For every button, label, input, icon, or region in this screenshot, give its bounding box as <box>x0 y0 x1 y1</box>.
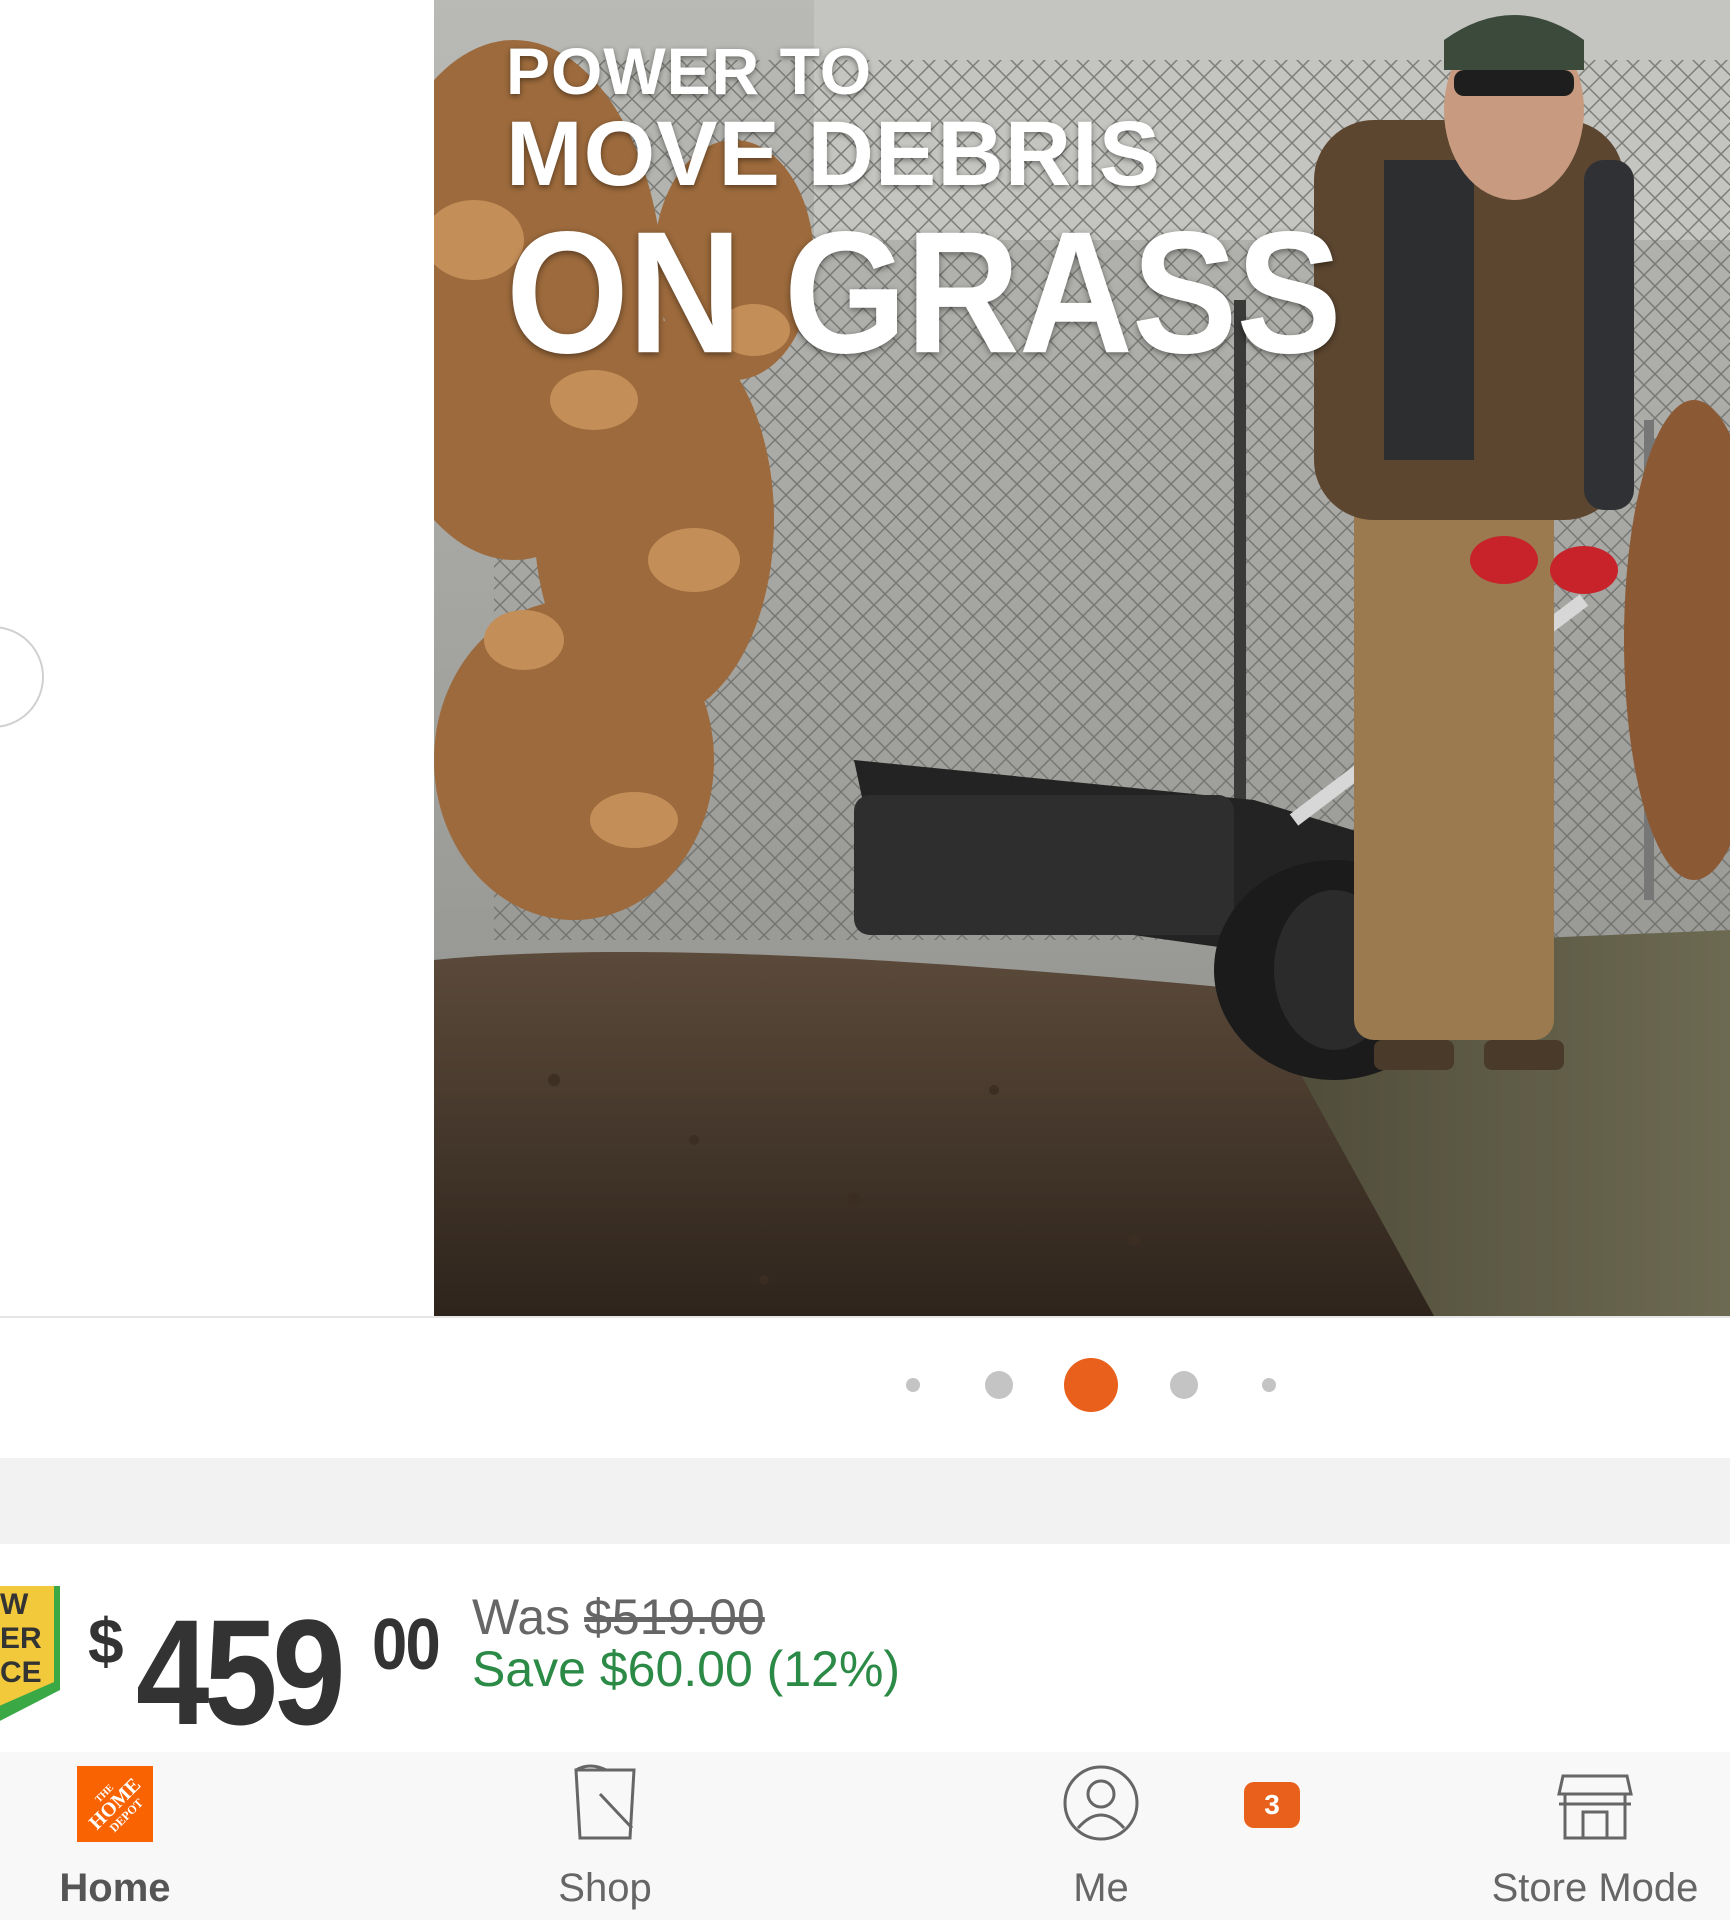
savings-text: Save $60.00 (12%) <box>472 1641 901 1697</box>
hero-headline: POWER TO MOVE DEBRIS ON GRASS <box>506 34 1342 380</box>
carousel-dot[interactable] <box>1170 1371 1198 1399</box>
price-currency: $ <box>88 1605 124 1677</box>
user-icon <box>1063 1765 1139 1841</box>
headline-line-2: MOVE DEBRIS <box>506 103 1162 205</box>
headline-line-1: POWER TO <box>506 34 873 108</box>
carousel-dot[interactable] <box>906 1378 920 1392</box>
carousel-pagination <box>0 1320 1730 1458</box>
nav-me[interactable]: Me <box>1026 1752 1176 1920</box>
was-price-value: $519.00 <box>584 1589 765 1645</box>
badge-line-1: W <box>0 1588 29 1621</box>
badge-line-2: ER <box>0 1622 42 1655</box>
product-image[interactable]: POWER TO MOVE DEBRIS ON GRASS <box>434 0 1730 1316</box>
carousel-dot[interactable] <box>985 1371 1013 1399</box>
price-dollars: 459 <box>136 1588 346 1756</box>
nav-home[interactable]: THE HOME DEPOT Home <box>40 1752 190 1920</box>
nav-me-label: Me <box>1073 1866 1129 1910</box>
nav-shop-label: Shop <box>558 1866 652 1910</box>
carousel-dot-active[interactable] <box>1064 1358 1118 1412</box>
carousel-dot[interactable] <box>1262 1378 1276 1392</box>
was-label: Was <box>472 1589 571 1645</box>
new-lower-price-badge: W ER CE <box>0 1586 62 1726</box>
price-section: W ER CE $ 459 00 Was $519.00 Save $60.00… <box>0 1544 1730 1756</box>
home-depot-logo-icon: THE HOME DEPOT <box>77 1766 153 1842</box>
price-cents: 00 <box>372 1605 441 1685</box>
notification-badge: 3 <box>1244 1782 1300 1828</box>
nav-shop[interactable]: Shop <box>530 1752 680 1920</box>
nav-store-mode-label: Store Mode <box>1491 1866 1699 1910</box>
product-image-carousel[interactable]: POWER TO MOVE DEBRIS ON GRASS <box>0 0 1730 1318</box>
shop-bucket-icon <box>574 1764 636 1840</box>
was-price: Was $519.00 <box>472 1588 765 1646</box>
section-divider <box>0 1458 1730 1544</box>
carousel-prev-button[interactable] <box>0 626 44 728</box>
bottom-navigation: THE HOME DEPOT Home Shop Me 3 Store Mode <box>0 1752 1730 1920</box>
store-icon <box>1557 1774 1633 1840</box>
nav-store-mode[interactable]: Store Mode <box>1480 1752 1710 1920</box>
nav-home-label: Home <box>59 1866 171 1910</box>
badge-line-3: CE <box>0 1656 42 1689</box>
headline-line-3: ON GRASS <box>506 196 1342 390</box>
